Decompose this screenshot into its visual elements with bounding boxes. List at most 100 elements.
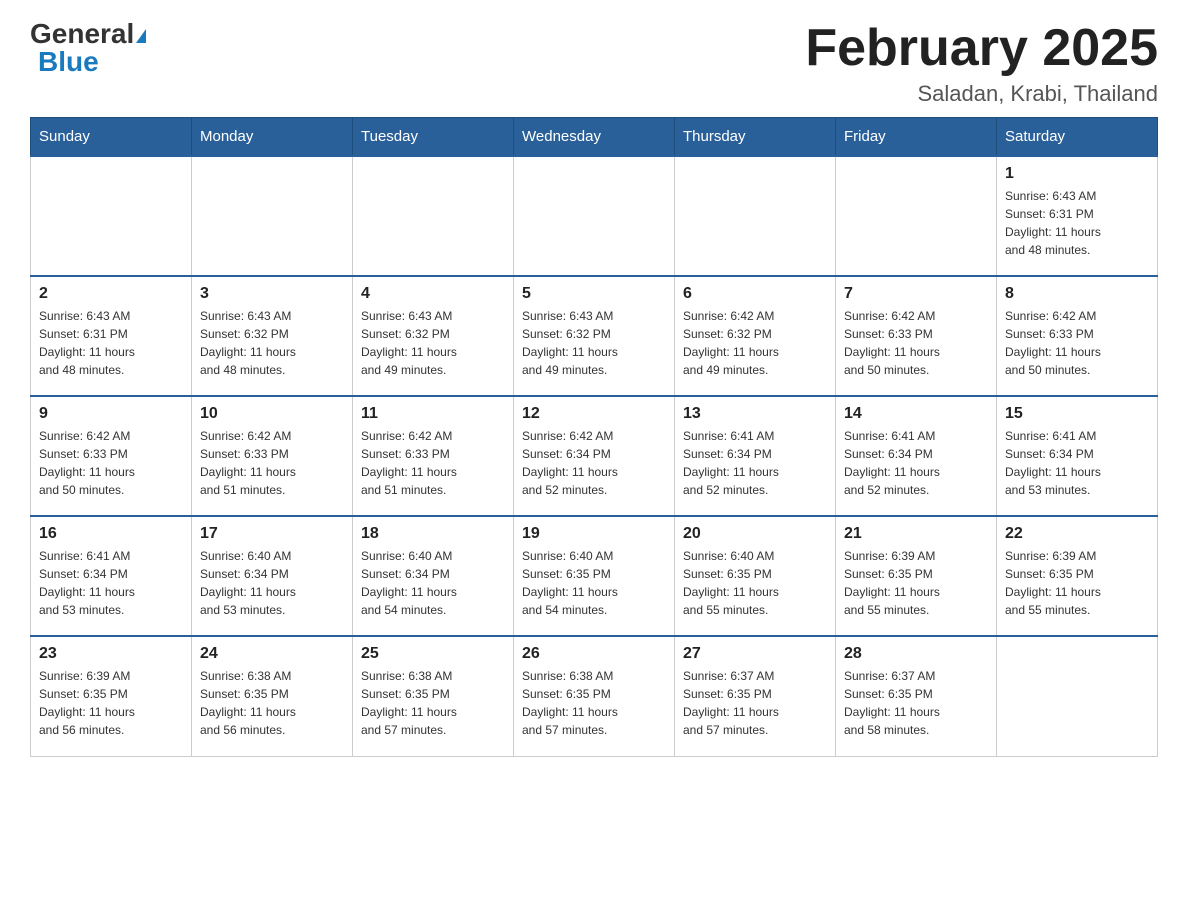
day-number: 8	[1005, 285, 1149, 303]
calendar-cell	[31, 156, 192, 276]
day-of-week-header: Friday	[836, 118, 997, 157]
calendar-cell: 7 Sunrise: 6:42 AMSunset: 6:33 PMDaylight…	[836, 276, 997, 396]
month-title: February 2025	[805, 20, 1158, 77]
day-number: 21	[844, 525, 988, 543]
calendar-cell: 27Sunrise: 6:37 AMSunset: 6:35 PMDayligh…	[675, 636, 836, 756]
calendar-cell: 22 Sunrise: 6:39 AMSunset: 6:35 PMDayligh…	[997, 516, 1158, 636]
day-info: Sunrise: 6:42 AMSunset: 6:33 PMDaylight:…	[361, 427, 505, 499]
logo-blue-text: Blue	[38, 48, 99, 76]
calendar-cell: 17 Sunrise: 6:40 AMSunset: 6:34 PMDayligh…	[192, 516, 353, 636]
calendar-cell: 5 Sunrise: 6:43 AMSunset: 6:32 PMDaylight…	[514, 276, 675, 396]
day-info: Sunrise: 6:40 AMSunset: 6:35 PMDaylight:…	[522, 547, 666, 619]
logo-general-text: General	[30, 20, 146, 48]
calendar-cell: 16 Sunrise: 6:41 AMSunset: 6:34 PMDayligh…	[31, 516, 192, 636]
day-info: Sunrise: 6:43 AMSunset: 6:32 PMDaylight:…	[200, 307, 344, 379]
day-info: Sunrise: 6:41 AMSunset: 6:34 PMDaylight:…	[683, 427, 827, 499]
calendar-cell: 3 Sunrise: 6:43 AMSunset: 6:32 PMDaylight…	[192, 276, 353, 396]
day-info: Sunrise: 6:37 AMSunset: 6:35 PMDaylight:…	[844, 667, 988, 739]
day-info: Sunrise: 6:42 AMSunset: 6:33 PMDaylight:…	[1005, 307, 1149, 379]
day-number: 13	[683, 405, 827, 423]
day-info: Sunrise: 6:43 AMSunset: 6:32 PMDaylight:…	[522, 307, 666, 379]
day-number: 6	[683, 285, 827, 303]
calendar-cell: 14 Sunrise: 6:41 AMSunset: 6:34 PMDayligh…	[836, 396, 997, 516]
day-info: Sunrise: 6:43 AMSunset: 6:32 PMDaylight:…	[361, 307, 505, 379]
day-number: 17	[200, 525, 344, 543]
calendar-week-row: 16 Sunrise: 6:41 AMSunset: 6:34 PMDayligh…	[31, 516, 1158, 636]
day-info: Sunrise: 6:39 AMSunset: 6:35 PMDaylight:…	[1005, 547, 1149, 619]
day-of-week-header: Thursday	[675, 118, 836, 157]
day-info: Sunrise: 6:41 AMSunset: 6:34 PMDaylight:…	[1005, 427, 1149, 499]
day-of-week-header: Saturday	[997, 118, 1158, 157]
calendar-week-row: 9 Sunrise: 6:42 AMSunset: 6:33 PMDaylight…	[31, 396, 1158, 516]
day-info: Sunrise: 6:38 AMSunset: 6:35 PMDaylight:…	[361, 667, 505, 739]
day-info: Sunrise: 6:38 AMSunset: 6:35 PMDaylight:…	[200, 667, 344, 739]
day-number: 11	[361, 405, 505, 423]
calendar-cell: 21 Sunrise: 6:39 AMSunset: 6:35 PMDayligh…	[836, 516, 997, 636]
day-info: Sunrise: 6:40 AMSunset: 6:35 PMDaylight:…	[683, 547, 827, 619]
day-number: 24	[200, 645, 344, 663]
day-info: Sunrise: 6:39 AMSunset: 6:35 PMDaylight:…	[844, 547, 988, 619]
day-number: 23	[39, 645, 183, 663]
calendar-cell: 12Sunrise: 6:42 AMSunset: 6:34 PMDayligh…	[514, 396, 675, 516]
calendar-week-row: 1Sunrise: 6:43 AMSunset: 6:31 PMDaylight…	[31, 156, 1158, 276]
day-number: 4	[361, 285, 505, 303]
logo-triangle-icon	[136, 29, 146, 43]
day-info: Sunrise: 6:43 AMSunset: 6:31 PMDaylight:…	[1005, 187, 1149, 259]
day-number: 16	[39, 525, 183, 543]
calendar-table: SundayMondayTuesdayWednesdayThursdayFrid…	[30, 117, 1158, 757]
day-number: 25	[361, 645, 505, 663]
calendar-cell: 23 Sunrise: 6:39 AMSunset: 6:35 PMDayligh…	[31, 636, 192, 756]
day-number: 10	[200, 405, 344, 423]
day-number: 15	[1005, 405, 1149, 423]
day-info: Sunrise: 6:41 AMSunset: 6:34 PMDaylight:…	[844, 427, 988, 499]
calendar-cell	[997, 636, 1158, 756]
day-number: 12	[522, 405, 666, 423]
calendar-cell: 26Sunrise: 6:38 AMSunset: 6:35 PMDayligh…	[514, 636, 675, 756]
calendar-cell: 9 Sunrise: 6:42 AMSunset: 6:33 PMDaylight…	[31, 396, 192, 516]
day-number: 5	[522, 285, 666, 303]
calendar-cell	[353, 156, 514, 276]
day-info: Sunrise: 6:40 AMSunset: 6:34 PMDaylight:…	[361, 547, 505, 619]
day-number: 18	[361, 525, 505, 543]
calendar-cell: 1Sunrise: 6:43 AMSunset: 6:31 PMDaylight…	[997, 156, 1158, 276]
calendar-cell: 13 Sunrise: 6:41 AMSunset: 6:34 PMDayligh…	[675, 396, 836, 516]
calendar-cell	[514, 156, 675, 276]
day-number: 28	[844, 645, 988, 663]
day-number: 22	[1005, 525, 1149, 543]
calendar-cell: 20 Sunrise: 6:40 AMSunset: 6:35 PMDayligh…	[675, 516, 836, 636]
day-info: Sunrise: 6:37 AMSunset: 6:35 PMDaylight:…	[683, 667, 827, 739]
day-info: Sunrise: 6:40 AMSunset: 6:34 PMDaylight:…	[200, 547, 344, 619]
day-number: 20	[683, 525, 827, 543]
calendar-cell	[675, 156, 836, 276]
location-subtitle: Saladan, Krabi, Thailand	[805, 81, 1158, 107]
calendar-header-row: SundayMondayTuesdayWednesdayThursdayFrid…	[31, 118, 1158, 157]
day-info: Sunrise: 6:42 AMSunset: 6:33 PMDaylight:…	[844, 307, 988, 379]
day-of-week-header: Monday	[192, 118, 353, 157]
calendar-cell: 6 Sunrise: 6:42 AMSunset: 6:32 PMDaylight…	[675, 276, 836, 396]
calendar-cell: 28 Sunrise: 6:37 AMSunset: 6:35 PMDayligh…	[836, 636, 997, 756]
day-number: 9	[39, 405, 183, 423]
day-number: 3	[200, 285, 344, 303]
calendar-cell: 24 Sunrise: 6:38 AMSunset: 6:35 PMDayligh…	[192, 636, 353, 756]
calendar-cell	[192, 156, 353, 276]
title-block: February 2025 Saladan, Krabi, Thailand	[805, 20, 1158, 107]
calendar-cell: 15 Sunrise: 6:41 AMSunset: 6:34 PMDayligh…	[997, 396, 1158, 516]
day-info: Sunrise: 6:38 AMSunset: 6:35 PMDaylight:…	[522, 667, 666, 739]
calendar-cell: 19 Sunrise: 6:40 AMSunset: 6:35 PMDayligh…	[514, 516, 675, 636]
day-number: 14	[844, 405, 988, 423]
logo: General Blue	[30, 20, 146, 76]
day-info: Sunrise: 6:41 AMSunset: 6:34 PMDaylight:…	[39, 547, 183, 619]
calendar-cell: 18 Sunrise: 6:40 AMSunset: 6:34 PMDayligh…	[353, 516, 514, 636]
day-info: Sunrise: 6:42 AMSunset: 6:33 PMDaylight:…	[39, 427, 183, 499]
day-number: 19	[522, 525, 666, 543]
calendar-cell: 25 Sunrise: 6:38 AMSunset: 6:35 PMDayligh…	[353, 636, 514, 756]
calendar-cell: 11 Sunrise: 6:42 AMSunset: 6:33 PMDayligh…	[353, 396, 514, 516]
calendar-week-row: 2Sunrise: 6:43 AMSunset: 6:31 PMDaylight…	[31, 276, 1158, 396]
day-info: Sunrise: 6:42 AMSunset: 6:32 PMDaylight:…	[683, 307, 827, 379]
calendar-cell: 8 Sunrise: 6:42 AMSunset: 6:33 PMDaylight…	[997, 276, 1158, 396]
day-of-week-header: Tuesday	[353, 118, 514, 157]
day-number: 7	[844, 285, 988, 303]
day-info: Sunrise: 6:39 AMSunset: 6:35 PMDaylight:…	[39, 667, 183, 739]
calendar-week-row: 23 Sunrise: 6:39 AMSunset: 6:35 PMDayligh…	[31, 636, 1158, 756]
day-number: 2	[39, 285, 183, 303]
